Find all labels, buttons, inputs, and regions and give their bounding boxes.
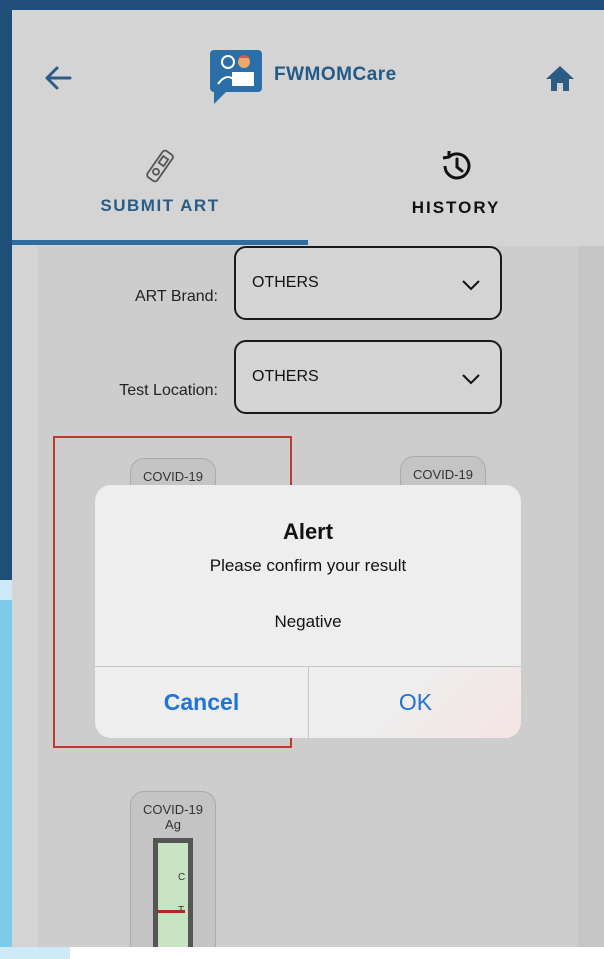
cancel-button[interactable]: Cancel [95, 667, 308, 738]
kit-title: COVID-19 [413, 467, 473, 482]
tab-submit-art-label: SUBMIT ART [100, 196, 220, 215]
alert-result: Negative [274, 612, 342, 631]
app-header: FWMOMCare [12, 10, 604, 130]
app-screen: FWMOMCare SUBMIT ART HISTORY ART Brand: … [12, 10, 604, 947]
tab-history-label: HISTORY [411, 198, 501, 217]
kit-subtitle: Ag [165, 817, 181, 832]
bottom-strip [0, 947, 604, 959]
app-logo [208, 48, 264, 104]
kit-title: COVID-19 [143, 469, 203, 484]
test-kit-invalid[interactable]: COVID-19 Ag C T [130, 791, 216, 947]
test-kit-icon [146, 149, 174, 183]
decorative-accent-bottom [0, 947, 70, 959]
kit-result-window [153, 838, 193, 947]
arrow-left-icon [45, 66, 72, 90]
alert-message: Please confirm your result [209, 556, 407, 575]
chevron-down-icon [462, 280, 480, 291]
art-brand-value: OTHERS [252, 274, 319, 291]
tab-bar: SUBMIT ART HISTORY [12, 130, 604, 248]
home-icon [546, 66, 574, 91]
test-location-value: OTHERS [252, 368, 319, 385]
history-icon [442, 151, 471, 180]
test-line [157, 910, 185, 913]
home-button[interactable] [542, 60, 578, 96]
app-title: FWMOMCare [274, 64, 397, 85]
art-brand-select[interactable]: OTHERS [234, 246, 502, 320]
control-mark: C [178, 872, 186, 883]
tab-history[interactable]: HISTORY [308, 130, 604, 248]
ok-button[interactable]: OK [309, 667, 521, 738]
chevron-down-icon [462, 374, 480, 385]
back-button[interactable] [40, 60, 76, 96]
art-brand-label: ART Brand: [134, 288, 218, 305]
test-location-label: Test Location: [119, 382, 218, 399]
right-pane [578, 246, 604, 947]
decorative-accent-edge [0, 600, 12, 959]
tab-submit-art[interactable]: SUBMIT ART [12, 130, 308, 248]
alert-dialog: Alert Please confirm your result Negativ… [95, 485, 521, 738]
kit-title: COVID-19 [143, 802, 203, 817]
active-tab-indicator [12, 240, 308, 245]
test-location-select[interactable]: OTHERS [234, 340, 502, 414]
alert-title: Alert [282, 519, 334, 544]
